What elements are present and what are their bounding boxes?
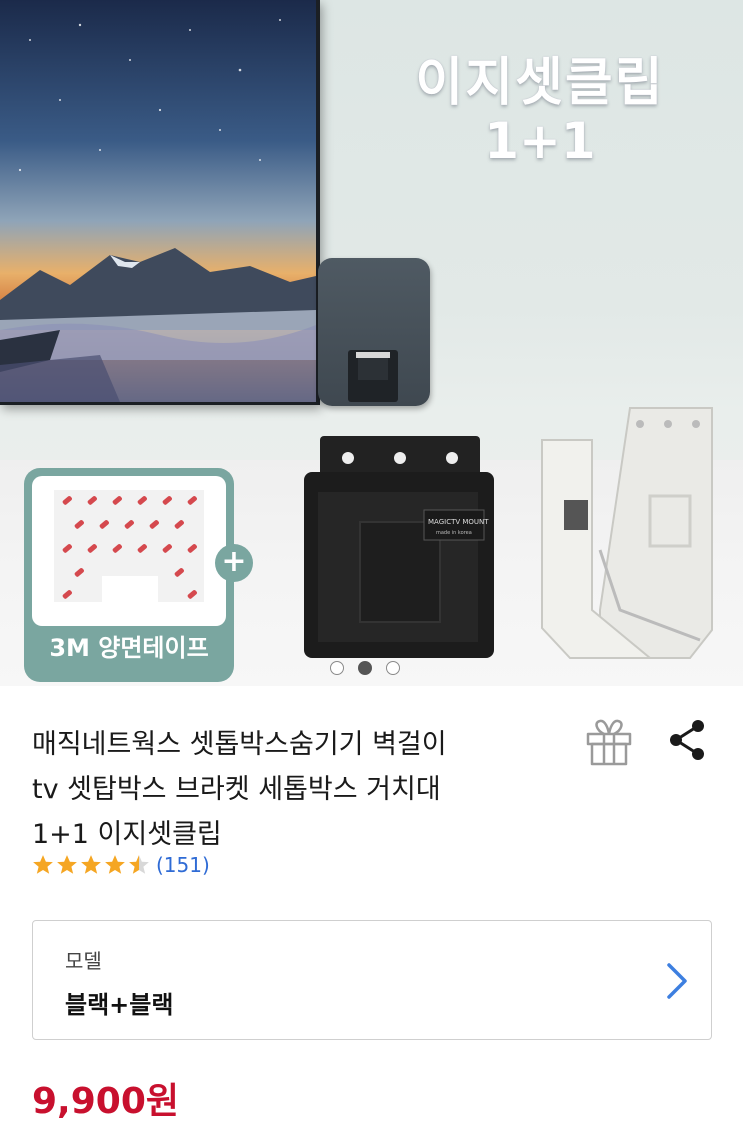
bracket-sub-label: made in korea xyxy=(436,530,472,536)
star-icon xyxy=(105,855,125,874)
tv-image xyxy=(0,0,320,405)
white-bracket-image xyxy=(540,400,720,668)
carousel-dot[interactable] xyxy=(330,661,344,675)
option-label: 모델 xyxy=(65,949,102,973)
option-selector[interactable]: 모델 블랙+블랙 xyxy=(32,920,712,1040)
star-icon xyxy=(57,855,77,874)
review-count-link[interactable]: (151) xyxy=(156,853,210,877)
carousel-indicator xyxy=(330,661,400,675)
product-price: 9,900원 xyxy=(32,1081,179,1122)
gift-button[interactable] xyxy=(584,716,634,768)
gift-icon xyxy=(586,719,632,766)
plus-icon: + xyxy=(215,544,253,582)
hero-subtitle: 1+1 xyxy=(484,112,596,170)
star-icon xyxy=(81,855,101,874)
star-rating xyxy=(32,854,150,876)
star-icon xyxy=(129,855,149,874)
bracket-brand-label: MAGICTV MOUNT xyxy=(428,518,489,526)
hero-title: 이지셋클립 xyxy=(415,53,665,113)
black-bracket-image: MAGICTV MOUNT made in korea xyxy=(300,432,498,662)
carousel-dot-active[interactable] xyxy=(358,661,372,675)
carousel-dot[interactable] xyxy=(386,661,400,675)
share-icon xyxy=(670,720,704,760)
product-title: 매직네트웍스 셋톱박스숨기기 벽걸이 tv 셋탑박스 브라켓 세톱박스 거치대 … xyxy=(32,722,552,857)
star-icon xyxy=(33,855,53,874)
adhesive-pad-image xyxy=(318,258,430,406)
tape-label: 3M 양면테이프 xyxy=(49,634,209,662)
product-rating[interactable]: (151) xyxy=(32,850,210,880)
product-image-carousel[interactable]: 이지셋클립 1+1 3M 양면테이프 + MAGICTV MOUNT made … xyxy=(0,0,743,686)
share-button[interactable] xyxy=(664,716,712,764)
tape-card: 3M 양면테이프 xyxy=(24,468,234,682)
product-title-line: tv 셋탑박스 브라켓 세톱박스 거치대 xyxy=(32,774,441,805)
tape-image xyxy=(32,476,226,626)
product-title-line: 매직네트웍스 셋톱박스숨기기 벽걸이 xyxy=(32,729,447,760)
option-value: 블랙+블랙 xyxy=(65,991,174,1019)
chevron-right-icon xyxy=(667,963,687,999)
